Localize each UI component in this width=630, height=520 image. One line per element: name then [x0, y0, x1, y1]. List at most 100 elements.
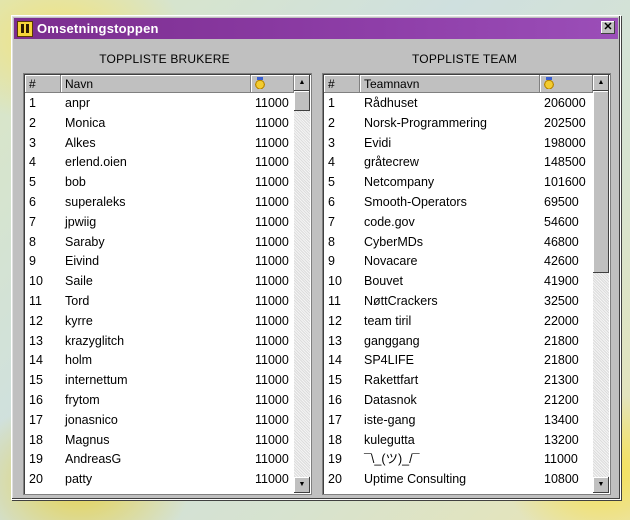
- rank-cell: 12: [328, 313, 342, 328]
- value-cell: 21300: [544, 373, 579, 388]
- rank-cell: 10: [328, 274, 342, 289]
- list-item[interactable]: 10 Bouvet 41900: [324, 272, 593, 292]
- list-item[interactable]: 17 iste-gang 13400: [324, 411, 593, 431]
- rank-cell: 12: [29, 313, 43, 328]
- users-header-name[interactable]: Navn: [61, 75, 251, 93]
- list-item[interactable]: 16 Datasnok 21200: [324, 391, 593, 411]
- list-item[interactable]: 5 bob 11000: [25, 173, 294, 193]
- list-item[interactable]: 10 Saile 11000: [25, 272, 294, 292]
- value-cell: 21800: [544, 353, 579, 368]
- users-header-value[interactable]: [251, 75, 294, 93]
- value-cell: 11000: [544, 452, 578, 467]
- list-item[interactable]: 11 NøttCrackers 32500: [324, 292, 593, 312]
- list-item[interactable]: 18 kulegutta 13200: [324, 431, 593, 451]
- users-list[interactable]: # Navn 1 anpr 11000 2 Monica 11000 3 Alkes 11000…: [23, 73, 312, 495]
- users-scroll-down-button[interactable]: ▼: [294, 477, 310, 493]
- teams-scroll-thumb[interactable]: [593, 91, 609, 273]
- teams-section-title: TOPPLISTE TEAM: [411, 52, 518, 66]
- teams-header-name[interactable]: Teamnavn: [360, 75, 540, 93]
- name-cell: SP4LIFE: [364, 353, 415, 368]
- list-item[interactable]: 7 code.gov 54600: [324, 213, 593, 233]
- list-item[interactable]: 1 anpr 11000: [25, 94, 294, 114]
- rank-cell: 8: [29, 234, 36, 249]
- users-section-title: TOPPLISTE BRUKERE: [99, 52, 230, 66]
- rank-cell: 16: [29, 392, 43, 407]
- value-cell: 13200: [544, 432, 579, 447]
- name-cell: jpwiig: [65, 214, 97, 229]
- users-scroll-up-button[interactable]: ▲: [294, 75, 310, 91]
- teams-scrollbar[interactable]: ▲ ▼: [593, 75, 609, 493]
- list-item[interactable]: 13 ganggang 21800: [324, 332, 593, 352]
- rank-cell: 8: [328, 234, 335, 249]
- close-button[interactable]: ✕: [601, 21, 615, 34]
- title-bar[interactable]: Omsetningstoppen ✕: [14, 18, 618, 39]
- name-cell: Monica: [65, 115, 106, 130]
- list-item[interactable]: 20 Uptime Consulting 10800: [324, 470, 593, 490]
- list-item[interactable]: 8 CyberMDs 46800: [324, 233, 593, 253]
- value-cell: 11000: [255, 452, 289, 467]
- name-cell: ganggang: [364, 333, 420, 348]
- rank-cell: 7: [328, 214, 335, 229]
- name-cell: Saraby: [65, 234, 105, 249]
- list-item[interactable]: 13 krazyglitch 11000: [25, 332, 294, 352]
- list-item[interactable]: 19 AndreasG 11000: [25, 450, 294, 470]
- users-scroll-thumb[interactable]: [294, 91, 310, 111]
- list-item[interactable]: 2 Norsk-Programmering 202500: [324, 114, 593, 134]
- value-cell: 11000: [255, 214, 289, 229]
- teams-scroll-up-button[interactable]: ▲: [593, 75, 609, 91]
- users-scrollbar[interactable]: ▲ ▼: [294, 75, 310, 493]
- list-item[interactable]: 2 Monica 11000: [25, 114, 294, 134]
- name-cell: kulegutta: [364, 432, 415, 447]
- name-cell: Smooth-Operators: [364, 194, 467, 209]
- name-cell: frytom: [65, 392, 100, 407]
- list-item[interactable]: 9 Eivind 11000: [25, 252, 294, 272]
- rank-cell: 17: [29, 412, 43, 427]
- list-item[interactable]: 1 Rådhuset 206000: [324, 94, 593, 114]
- list-item[interactable]: 14 SP4LIFE 21800: [324, 351, 593, 371]
- list-item[interactable]: 3 Evidi 198000: [324, 134, 593, 154]
- teams-list[interactable]: # Teamnavn 1 Rådhuset 206000 2 Norsk-Program…: [322, 73, 611, 495]
- list-item[interactable]: 12 kyrre 11000: [25, 312, 294, 332]
- list-item[interactable]: 15 internettum 11000: [25, 371, 294, 391]
- gold-medal-icon: [255, 77, 265, 89]
- list-item[interactable]: 17 jonasnico 11000: [25, 411, 294, 431]
- users-header-rank[interactable]: #: [25, 75, 61, 93]
- list-item[interactable]: 18 Magnus 11000: [25, 431, 294, 451]
- rank-cell: 6: [328, 194, 335, 209]
- list-item[interactable]: 6 superaleks 11000: [25, 193, 294, 213]
- list-item[interactable]: 5 Netcompany 101600: [324, 173, 593, 193]
- value-cell: 11000: [255, 194, 289, 209]
- list-item[interactable]: 6 Smooth-Operators 69500: [324, 193, 593, 213]
- list-item[interactable]: 4 gråtecrew 148500: [324, 153, 593, 173]
- list-item[interactable]: 19 ¯\_(ツ)_/¯ 11000: [324, 450, 593, 470]
- list-item[interactable]: 7 jpwiig 11000: [25, 213, 294, 233]
- value-cell: 11000: [255, 432, 289, 447]
- list-item[interactable]: 9 Novacare 42600: [324, 252, 593, 272]
- rank-cell: 15: [328, 373, 342, 388]
- name-cell: code.gov: [364, 214, 415, 229]
- name-cell: internettum: [65, 373, 128, 388]
- name-cell: jonasnico: [65, 412, 118, 427]
- list-item[interactable]: 11 Tord 11000: [25, 292, 294, 312]
- list-item[interactable]: 8 Saraby 11000: [25, 233, 294, 253]
- value-cell: 11000: [255, 353, 289, 368]
- list-item[interactable]: 14 holm 11000: [25, 351, 294, 371]
- teams-header-rank[interactable]: #: [324, 75, 360, 93]
- value-cell: 148500: [544, 155, 586, 170]
- list-item[interactable]: 15 Rakettfart 21300: [324, 371, 593, 391]
- teams-header-value[interactable]: [540, 75, 593, 93]
- list-item[interactable]: 16 frytom 11000: [25, 391, 294, 411]
- value-cell: 11000: [255, 175, 289, 190]
- list-item[interactable]: 3 Alkes 11000: [25, 134, 294, 154]
- rank-cell: 9: [29, 254, 36, 269]
- teams-scroll-down-button[interactable]: ▼: [593, 477, 609, 493]
- name-cell: gråtecrew: [364, 155, 419, 170]
- list-item[interactable]: 12 team tiril 22000: [324, 312, 593, 332]
- rank-cell: 5: [328, 175, 335, 190]
- list-item[interactable]: 4 erlend.oien 11000: [25, 153, 294, 173]
- name-cell: bob: [65, 175, 86, 190]
- gold-medal-icon: [544, 77, 554, 89]
- name-cell: CyberMDs: [364, 234, 424, 249]
- list-item[interactable]: 20 patty 11000: [25, 470, 294, 490]
- value-cell: 46800: [544, 234, 579, 249]
